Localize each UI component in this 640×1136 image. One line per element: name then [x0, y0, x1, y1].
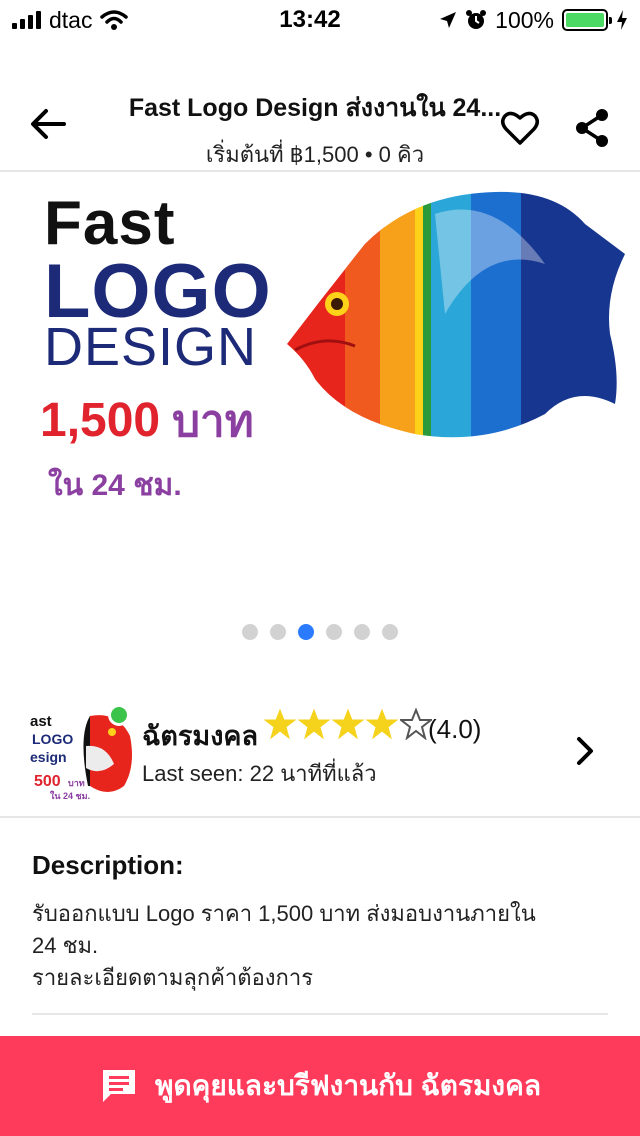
heart-outline-icon[interactable]: [500, 108, 540, 148]
rating-value: (4.0): [428, 714, 482, 744]
rating-stars: [264, 708, 432, 740]
alarm-icon: [466, 10, 487, 29]
seller-row[interactable]: ast LOGO esign 500 บาท ใน 24 ชม. ฉัตรมงค…: [0, 690, 640, 818]
chevron-right-icon[interactable]: [572, 734, 598, 768]
carrier-label: dtac: [49, 6, 93, 33]
banner-price: 1,500 บาท: [40, 386, 254, 456]
banner-text-design: DESIGN: [44, 317, 258, 377]
avatar-text-2: LOGO: [32, 731, 73, 747]
star-filled-icon: [332, 708, 364, 740]
chat-brief-button[interactable]: พูดคุยและบรีฟงานกับ ฉัตรมงคล: [0, 1036, 640, 1136]
divider: [32, 1013, 608, 1015]
banner-delivery-time: ใน 24 ชม.: [48, 469, 182, 502]
last-seen-text: Last seen: 22 นาทีที่แล้ว: [142, 761, 377, 786]
page-title: Fast Logo Design ส่งงานใน 24...: [128, 94, 502, 122]
image-carousel[interactable]: Fast LOGO DESIGN 1,500 บาท ใน 24 ชม.: [0, 176, 640, 666]
avatar-text-5: บาท: [68, 778, 85, 788]
avatar-text-6: ใน 24 ชม.: [50, 790, 90, 801]
carousel-dot[interactable]: [326, 624, 342, 640]
page-subtitle: เริ่มต้นที่ ฿1,500 • 0 คิว: [205, 142, 425, 167]
wifi-icon: [100, 10, 129, 30]
location-arrow-icon: [440, 12, 457, 28]
fish-logo-illustration: [287, 191, 625, 438]
nav-bar: Fast Logo Design ส่งงานใน 24... เริ่มต้น…: [0, 40, 640, 172]
carousel-dot[interactable]: [354, 624, 370, 640]
description-heading: Description:: [32, 850, 184, 880]
star-filled-icon: [366, 708, 398, 740]
battery-percent: 100%: [495, 6, 554, 33]
star-filled-icon: [298, 708, 330, 740]
battery-icon: [562, 9, 612, 31]
chat-bubble-icon: [102, 1070, 135, 1102]
description-text: รับออกแบบ Logo ราคา 1,500 บาท ส่งมอบงานภ…: [32, 901, 536, 990]
carousel-dot[interactable]: [242, 624, 258, 640]
charging-bolt-icon: [617, 10, 627, 30]
clock: 13:42: [279, 6, 341, 33]
signal-icon: [12, 11, 41, 29]
star-filled-icon: [264, 708, 296, 740]
carousel-dot[interactable]: [382, 624, 398, 640]
carousel-pagination: [0, 624, 640, 640]
carousel-dot[interactable]: [270, 624, 286, 640]
avatar-text-4: 500: [34, 773, 61, 790]
online-status-indicator: [108, 704, 130, 726]
carousel-dot[interactable]: [298, 624, 314, 640]
arrow-left-icon[interactable]: [28, 104, 68, 144]
chat-brief-label: พูดคุยและบรีฟงานกับ ฉัตรมงคล: [154, 1070, 541, 1101]
banner-price-unit: บาท: [172, 397, 254, 446]
avatar-text-3: esign: [30, 749, 67, 765]
nav-titles: Fast Logo Design ส่งงานใน 24... เริ่มต้น…: [110, 88, 520, 172]
seller-name: ฉัตรมงคล: [142, 721, 259, 751]
banner-price-value: 1,500: [40, 394, 161, 447]
status-bar: dtac 13:42 100%: [0, 0, 640, 40]
avatar-text-1: ast: [30, 713, 52, 730]
share-icon[interactable]: [572, 108, 612, 148]
